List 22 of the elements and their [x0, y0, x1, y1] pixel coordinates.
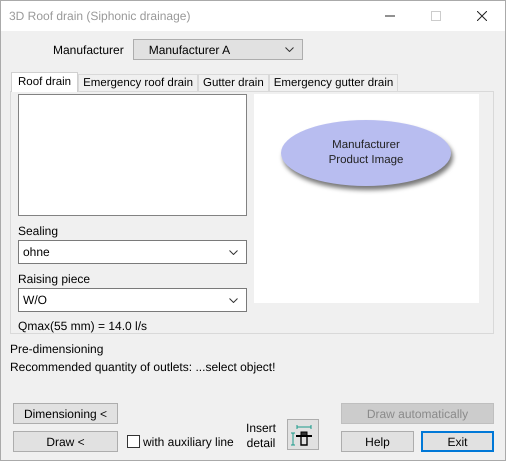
manufacturer-label: Manufacturer [53, 42, 124, 56]
checkbox-label: with auxiliary line [143, 434, 234, 448]
section-label: Pre-dimensioning [10, 342, 104, 356]
help-button[interactable]: Help [341, 431, 414, 452]
insert-detail-label: Insert detail [244, 421, 277, 451]
placeholder-text: Manufacturer [332, 138, 400, 153]
placeholder-text: Product Image [328, 153, 404, 168]
manufacturer-dropdown[interactable]: Manufacturer A [132, 39, 303, 60]
tab[interactable]: Gutter drain [198, 74, 269, 91]
sealing-label: Sealing [18, 223, 60, 240]
window-title: 3D Roof drain (Siphonic drainage) [9, 9, 192, 23]
qmax-text: Qmax(55 mm) = 14.0 l/s [18, 319, 148, 333]
recommendation-text: Recommended quantity of outlets: ...select object! [10, 360, 276, 374]
dimensioning-button[interactable]: Dimensioning < [13, 403, 118, 424]
tab[interactable]: Roof drain [11, 72, 78, 92]
exit-button[interactable]: Exit [421, 431, 494, 452]
raising-piece-label: Raising piece [18, 271, 92, 288]
sealing-dropdown[interactable]: ohne [18, 240, 247, 264]
raising-piece-dropdown[interactable]: W/O [18, 288, 247, 312]
draw-button[interactable]: Draw < [13, 431, 118, 452]
tab[interactable]: Emergency roof drain [78, 74, 198, 91]
tab[interactable]: Emergency gutter drain [268, 74, 398, 91]
